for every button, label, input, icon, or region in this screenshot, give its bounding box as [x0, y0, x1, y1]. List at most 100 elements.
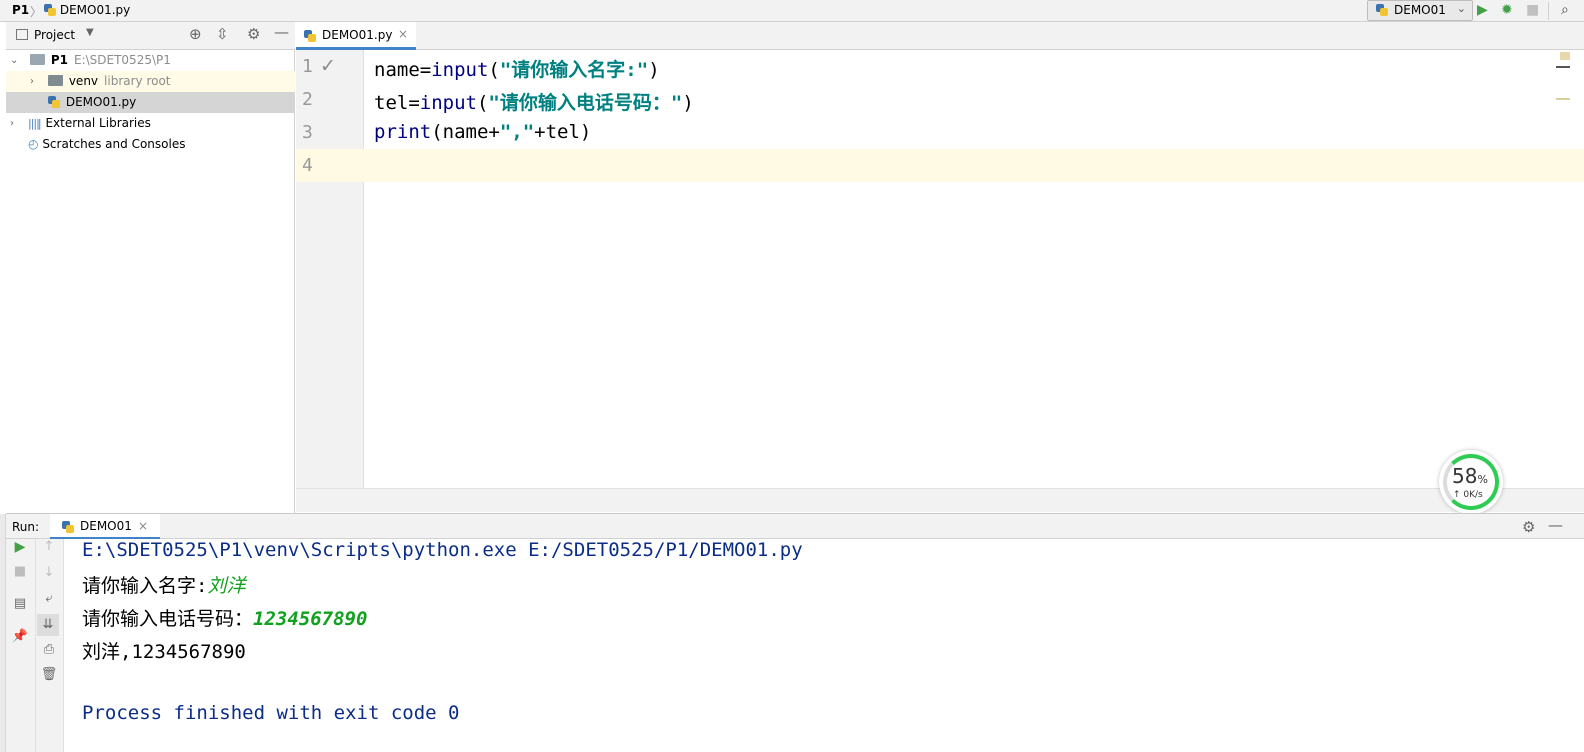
- pin-icon[interactable]: 📌: [10, 629, 30, 644]
- breadcrumb-separator: 〉: [30, 5, 43, 19]
- console-line-prompt-phone: 请你输入电话号码：1234567890: [82, 604, 367, 631]
- run-configuration-selector[interactable]: DEMO01 ⌄: [1367, 0, 1473, 21]
- libraries-icon: |||‖: [28, 117, 42, 130]
- code-token: ): [682, 92, 694, 114]
- check-icon[interactable]: ✓: [320, 55, 336, 77]
- arrow-down-icon[interactable]: ↓: [39, 565, 59, 580]
- editor-gutter: [296, 50, 364, 488]
- run-toolbar-secondary: ↑ ↓ ⤶ ⇊ ⎙ 🗑: [36, 539, 64, 752]
- gear-icon[interactable]: ⚙: [1522, 518, 1535, 536]
- code-token: name=: [374, 59, 432, 81]
- tree-item-p1[interactable]: ⌄ P1 E:\SDET0525\P1: [6, 50, 295, 71]
- line-number: 2: [302, 89, 313, 110]
- chevron-down-icon[interactable]: ▼: [86, 27, 94, 38]
- collapse-all-icon[interactable]: ⇳: [216, 25, 229, 43]
- tree-item-label: venv: [68, 74, 99, 88]
- toolbar-divider: [1548, 2, 1549, 20]
- network-speed-widget[interactable]: 58% ↑ 0K/s: [1439, 450, 1503, 514]
- console-line-output: 刘洋,1234567890: [82, 641, 246, 663]
- python-run-icon: [62, 521, 74, 533]
- code-token: (: [476, 92, 489, 114]
- python-file-icon: [48, 96, 60, 108]
- stop-icon[interactable]: ■: [10, 564, 30, 579]
- soft-wrap-icon[interactable]: ⤶: [39, 591, 59, 606]
- minimize-icon[interactable]: —: [1548, 516, 1563, 534]
- code-token: +tel): [534, 121, 592, 143]
- console-user-input: 刘洋: [207, 575, 246, 597]
- chevron-right-icon[interactable]: ›: [10, 113, 14, 134]
- code-token-string: "请你输入电话号码：": [488, 92, 683, 114]
- chevron-down-icon[interactable]: ⌄: [10, 50, 18, 71]
- bug-icon[interactable]: ✹: [1501, 1, 1513, 19]
- code-token-function: input: [419, 92, 477, 114]
- project-panel-header: Project ▼ ⊕ ⇳ ⚙ —: [6, 22, 295, 50]
- console-command-line: E:\SDET0525\P1\venv\Scripts\python.exe E…: [82, 539, 803, 561]
- locate-icon[interactable]: ⊕: [189, 25, 202, 43]
- scroll-marker[interactable]: [1556, 66, 1570, 68]
- stop-icon[interactable]: ■: [1526, 1, 1539, 19]
- minimize-icon[interactable]: —: [274, 23, 289, 41]
- close-icon[interactable]: ×: [398, 27, 408, 41]
- line-number: 3: [302, 122, 313, 143]
- rerun-icon[interactable]: ▶: [10, 539, 30, 555]
- python-file-icon: [304, 30, 316, 42]
- trash-icon[interactable]: 🗑: [39, 667, 59, 682]
- console-user-input: 1234567890: [253, 608, 368, 630]
- layout-icon[interactable]: ▤: [10, 596, 30, 611]
- project-panel-title[interactable]: Project: [34, 28, 75, 42]
- run-tab-demo01[interactable]: DEMO01 ×: [50, 514, 160, 540]
- chevron-right-icon[interactable]: ›: [30, 71, 34, 92]
- code-line-3[interactable]: print(name+","+tel): [374, 121, 591, 143]
- code-editor[interactable]: [365, 50, 1584, 488]
- tree-item-path: E:\SDET0525\P1: [73, 53, 171, 67]
- code-token: (name+: [431, 121, 500, 143]
- close-icon[interactable]: ×: [138, 519, 148, 533]
- code-token-function: print: [374, 121, 432, 143]
- gear-icon[interactable]: ⚙: [247, 25, 260, 43]
- code-token-string: ",": [499, 121, 535, 143]
- code-line-2[interactable]: tel=input("请你输入电话号码："): [374, 88, 694, 115]
- run-toolbar-primary: ▶ ■ ▤ 📌: [6, 539, 36, 752]
- breadcrumb-file[interactable]: DEMO01.py: [44, 3, 130, 17]
- run-tab-label: DEMO01: [80, 519, 132, 533]
- code-token: ): [648, 59, 660, 81]
- scroll-to-end-icon[interactable]: ⇊: [37, 614, 59, 636]
- tree-item-external-libraries[interactable]: › |||‖ External Libraries: [6, 113, 295, 134]
- editor-tab-bar: DEMO01.py ×: [296, 22, 1584, 50]
- scratches-icon: ◴: [28, 137, 39, 151]
- print-icon[interactable]: ⎙: [39, 642, 59, 657]
- console-prompt: 请你输入名字:: [82, 575, 208, 597]
- run-panel-header: Run: DEMO01 × ⚙ —: [6, 513, 1584, 540]
- console-line-prompt-name: 请你输入名字:刘洋: [82, 571, 245, 598]
- chevron-down-icon: ⌄: [1456, 2, 1466, 15]
- tree-item-label: Scratches and Consoles: [42, 137, 186, 151]
- run-panel-label: Run:: [12, 520, 40, 534]
- project-view-icon: [16, 29, 28, 40]
- tab-demo01[interactable]: DEMO01.py ×: [296, 22, 416, 50]
- navigation-bar: P1 〉 DEMO01.py DEMO01 ⌄ ▶ ✹ ■ ⌕: [0, 0, 1584, 22]
- speed-percent: 58%: [1452, 464, 1488, 488]
- inspection-marker[interactable]: [1560, 52, 1570, 60]
- line-number: 4: [302, 155, 313, 176]
- python-config-icon: [1376, 4, 1388, 16]
- tree-item-scratches[interactable]: ◴ Scratches and Consoles: [6, 134, 295, 155]
- scroll-marker[interactable]: [1556, 98, 1570, 100]
- current-line-highlight: [296, 149, 1584, 182]
- console-prompt: 请你输入电话号码：: [82, 608, 254, 630]
- play-icon[interactable]: ▶: [1477, 1, 1488, 19]
- tree-item-label: P1: [50, 53, 68, 67]
- tree-item-label: DEMO01.py: [65, 95, 137, 109]
- breadcrumb-file-label: DEMO01.py: [59, 3, 131, 17]
- code-token: tel=: [374, 92, 420, 114]
- run-configuration-label: DEMO01: [1394, 3, 1446, 17]
- library-folder-icon: [48, 75, 63, 86]
- tree-item-demo01[interactable]: DEMO01.py: [6, 92, 295, 113]
- breadcrumb-project[interactable]: P1: [12, 3, 29, 17]
- tree-item-venv[interactable]: › venv library root: [6, 71, 295, 92]
- code-line-1[interactable]: name=input("请你输入名字:"): [374, 55, 660, 82]
- console-process-finished: Process finished with exit code 0: [82, 702, 460, 724]
- python-file-icon: [44, 4, 56, 16]
- arrow-up-icon[interactable]: ↑: [39, 539, 59, 554]
- tab-label: DEMO01.py: [322, 28, 393, 42]
- search-icon[interactable]: ⌕: [1561, 1, 1569, 19]
